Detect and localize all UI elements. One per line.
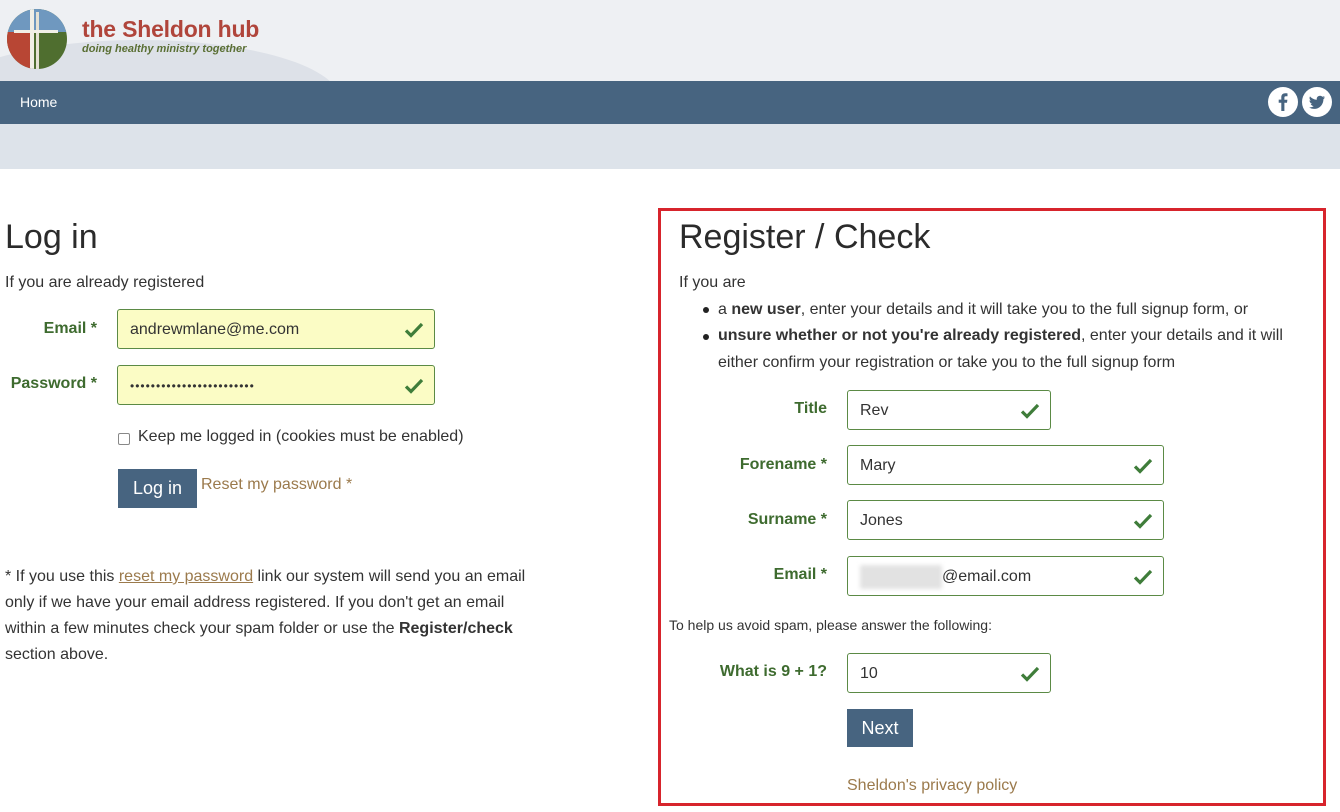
login-email-input[interactable]: [130, 319, 396, 341]
facebook-icon: [1278, 93, 1288, 111]
login-title: Log in: [5, 218, 98, 256]
valid-check-icon: [404, 322, 424, 338]
keep-logged-in-label[interactable]: Keep me logged in (cookies must be enabl…: [138, 428, 464, 446]
bullet1-rest: , enter your details and it will take yo…: [800, 301, 1249, 318]
site-header: the Sheldon hub doing healthy ministry t…: [0, 0, 1340, 81]
privacy-policy-link[interactable]: Sheldon's privacy policy: [847, 777, 1017, 795]
brand-tagline: doing healthy ministry together: [82, 43, 247, 55]
reset-note: * If you use this reset my password link…: [5, 564, 625, 668]
nav-home-link[interactable]: Home: [20, 94, 57, 110]
bullet-dot: [703, 307, 709, 313]
bullet1-prefix: a: [718, 301, 732, 318]
surname-field[interactable]: [847, 500, 1164, 540]
redacted-email-blur: [860, 565, 942, 589]
keep-logged-in-checkbox[interactable]: [118, 433, 130, 445]
surname-label: Surname *: [747, 511, 827, 528]
valid-check-icon: [404, 378, 424, 394]
bullet-dot: [703, 334, 709, 340]
reset-note-prefix: * If you use this: [5, 568, 119, 585]
valid-check-icon: [1020, 666, 1040, 682]
register-email-field[interactable]: [847, 556, 1164, 596]
register-email-label: Email *: [773, 566, 827, 583]
register-intro: If you are: [679, 274, 746, 291]
forename-field[interactable]: [847, 445, 1164, 485]
login-email-field[interactable]: [117, 309, 435, 349]
reset-note-line1-suffix: link our system will send you an email: [253, 568, 526, 585]
valid-check-icon: [1133, 513, 1153, 529]
register-bullet-2: unsure whether or not you're already reg…: [718, 323, 1283, 349]
valid-check-icon: [1133, 569, 1153, 585]
forename-input[interactable]: [860, 455, 1125, 477]
valid-check-icon: [1133, 458, 1153, 474]
next-button[interactable]: Next: [847, 709, 913, 747]
register-bullet-1: a new user, enter your details and it wi…: [718, 297, 1248, 323]
reset-note-line-1: * If you use this reset my password link…: [5, 564, 625, 590]
sub-header-band: [0, 124, 1340, 169]
title-input[interactable]: [860, 400, 1012, 422]
reset-note-line-3: within a few minutes check your spam fol…: [5, 616, 625, 642]
register-title: Register / Check: [679, 218, 931, 256]
forename-label: Forename *: [739, 456, 827, 473]
reset-password-link[interactable]: Reset my password *: [201, 476, 352, 494]
reset-note-line3-prefix: within a few minutes check your spam fol…: [5, 620, 399, 637]
bullet1-bold: new user: [731, 301, 801, 318]
main-navbar: Home: [0, 81, 1340, 124]
spam-answer-input[interactable]: [860, 663, 1012, 685]
reset-note-register-check: Register/check: [398, 620, 513, 637]
login-password-field[interactable]: [117, 365, 435, 405]
twitter-icon: [1309, 95, 1325, 109]
valid-check-icon: [1020, 403, 1040, 419]
reset-note-link[interactable]: reset my password: [119, 568, 253, 585]
reset-note-line-2: only if we have your email address regis…: [5, 594, 505, 611]
register-email-input[interactable]: [942, 566, 1122, 588]
title-field[interactable]: [847, 390, 1051, 430]
login-email-label: Email *: [43, 320, 97, 337]
facebook-button[interactable]: [1268, 87, 1298, 117]
sheldon-logo-icon[interactable]: [6, 8, 68, 70]
login-button[interactable]: Log in: [118, 469, 197, 508]
spam-prompt: To help us avoid spam, please answer the…: [669, 617, 992, 633]
login-password-label: Password *: [10, 375, 97, 392]
spam-question-label: What is 9 + 1?: [719, 663, 827, 680]
login-intro: If you are already registered: [5, 274, 205, 291]
title-label: Title: [794, 400, 827, 417]
bullet2-rest: , enter your details and it will: [1081, 327, 1283, 344]
bullet2-bold: unsure whether or not you're already reg…: [718, 327, 1082, 344]
surname-input[interactable]: [860, 510, 1125, 532]
twitter-button[interactable]: [1302, 87, 1332, 117]
register-bullet-2-line-2: either confirm your registration or take…: [718, 354, 1176, 371]
brand-name[interactable]: the Sheldon hub: [82, 16, 259, 43]
login-password-input[interactable]: [130, 375, 396, 397]
spam-answer-field[interactable]: [847, 653, 1051, 693]
reset-note-line-4: section above.: [5, 646, 109, 663]
